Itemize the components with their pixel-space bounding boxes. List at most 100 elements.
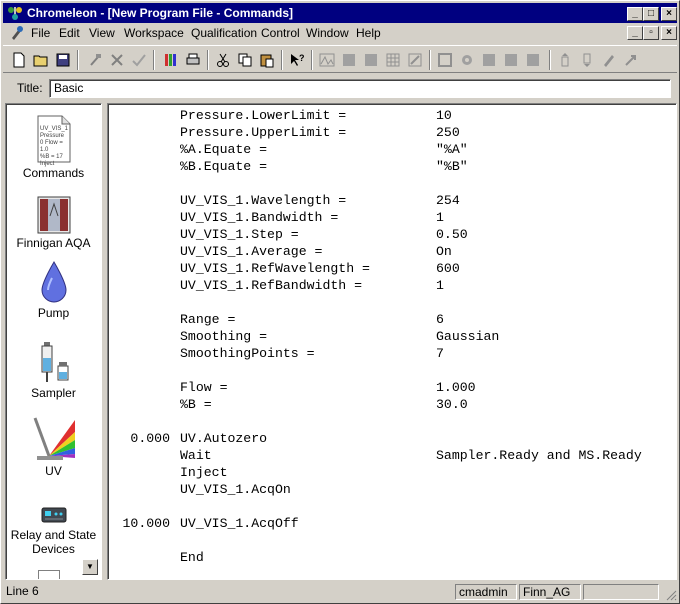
copy-icon[interactable] (235, 50, 255, 70)
vial-down-icon[interactable] (577, 50, 597, 70)
pump-drop-icon (40, 261, 67, 303)
document-system-icon[interactable] (9, 25, 25, 41)
program-editor[interactable]: Pressure.LowerLimit = 10 Pressure.UpperLim… (107, 103, 677, 580)
status-server: Finn_AG (519, 584, 581, 600)
program-line-value: 30.0 (436, 397, 468, 412)
check-icon[interactable] (129, 50, 149, 70)
tool-pen-icon[interactable] (599, 50, 619, 70)
paste-icon[interactable] (257, 50, 277, 70)
gear-icon[interactable] (457, 50, 477, 70)
program-line-command: UV_VIS_1.Wavelength = (180, 193, 347, 208)
title-bar[interactable]: Chromeleon - [New Program File - Command… (3, 3, 677, 23)
program-line-value: 10 (436, 108, 452, 123)
sidebar-item-label: Pump (37, 306, 70, 320)
program-line-value: 0.50 (436, 227, 468, 242)
program-line-command: UV_VIS_1.AcqOff (180, 516, 299, 531)
toolbar-separator (549, 50, 551, 70)
cut-icon[interactable] (213, 50, 233, 70)
program-line-command: SmoothingPoints = (180, 346, 315, 361)
program-line-command: UV_VIS_1.Average = (180, 244, 323, 259)
menu-help[interactable]: Help (356, 26, 381, 40)
menu-view[interactable]: View (89, 26, 115, 40)
sidebar-scroll-down-button[interactable]: ▼ (82, 559, 98, 575)
tool-arrow-icon[interactable] (621, 50, 641, 70)
program-line-command: %A.Equate = (180, 142, 268, 157)
color-bars-icon[interactable] (161, 50, 181, 70)
scissors-cross-icon[interactable] (107, 50, 127, 70)
edit-table-icon[interactable] (405, 50, 425, 70)
resize-grip-icon[interactable] (665, 589, 677, 601)
child-restore-button[interactable]: ▫ (643, 26, 659, 40)
program-line-value: "%B" (436, 159, 468, 174)
sidebar-item-sampler[interactable]: Sampler (6, 340, 101, 400)
hammer-icon[interactable] (85, 50, 105, 70)
title-label: Title: (17, 81, 43, 95)
minimize-button[interactable]: _ (627, 7, 643, 21)
program-title-row: Title: Basic (3, 75, 677, 101)
child-close-button[interactable]: × (661, 26, 677, 40)
program-line-command: Pressure.LowerLimit = (180, 108, 347, 123)
menu-window[interactable]: Window (306, 26, 349, 40)
maximize-button[interactable]: □ (643, 7, 659, 21)
menu-control[interactable]: Control (261, 26, 300, 40)
program-line-value: "%A" (436, 142, 468, 157)
svg-text:?: ? (299, 53, 305, 63)
program-line-value: 1.000 (436, 380, 476, 395)
save-icon[interactable] (53, 50, 73, 70)
status-line-number: Line 6 (6, 584, 39, 598)
menu-file[interactable]: File (31, 26, 50, 40)
menu-edit[interactable]: Edit (59, 26, 80, 40)
program-line-command: Flow = (180, 380, 228, 395)
menu-workspace[interactable]: Workspace (124, 26, 184, 40)
toolbar: ? (3, 45, 677, 73)
program-line-command: UV_VIS_1.AcqOn (180, 482, 291, 497)
gray-block-icon[interactable] (339, 50, 359, 70)
close-button[interactable]: × (661, 7, 677, 21)
sidebar-item-uv[interactable]: UV (6, 416, 101, 478)
menu-bar: File Edit View Workspace Qualification C… (3, 23, 677, 43)
chromeleon-app-icon (8, 7, 22, 20)
sidebar-item-pump[interactable]: Pump (6, 260, 101, 320)
program-line-command: Range = (180, 312, 236, 327)
program-line-command: UV.Autozero (180, 431, 268, 446)
gray-block-icon[interactable] (479, 50, 499, 70)
program-line-command: %B.Equate = (180, 159, 268, 174)
sidebar-item-finnigan-aqa[interactable]: Finnigan AQA (6, 196, 101, 250)
window-frame-icon[interactable] (435, 50, 455, 70)
print-icon[interactable] (183, 50, 203, 70)
window-title: Chromeleon - [New Program File - Command… (27, 6, 294, 20)
program-line-command: Pressure.UpperLimit = (180, 125, 347, 140)
child-minimize-button[interactable]: _ (627, 26, 643, 40)
toolbar-separator (281, 50, 283, 70)
context-help-icon[interactable]: ? (287, 50, 307, 70)
title-input[interactable]: Basic (49, 79, 671, 98)
program-line-command: UV_VIS_1.RefWavelength = (180, 261, 370, 276)
program-line-time: 10.000 (122, 516, 170, 531)
new-file-icon[interactable] (9, 50, 29, 70)
chromatogram-icon[interactable] (317, 50, 337, 70)
gray-block-icon[interactable] (361, 50, 381, 70)
open-folder-icon[interactable] (31, 50, 51, 70)
status-bar: Line 6 cmadmin Finn_AG (3, 583, 677, 601)
program-line-value: Gaussian (436, 329, 500, 344)
toolbar-separator (207, 50, 209, 70)
program-line-value: 254 (436, 193, 460, 208)
sidebar-item-commands[interactable]: UV_VIS_1 Pressure 0 Flow = 1.0 %B = 17 I… (6, 114, 101, 180)
grid-icon[interactable] (383, 50, 403, 70)
program-line-value: On (436, 244, 452, 259)
vial-up-icon[interactable] (555, 50, 575, 70)
thumb-line: Pressure (40, 133, 65, 139)
sidebar-item-label: Commands (22, 166, 85, 180)
gray-block-icon[interactable] (501, 50, 521, 70)
uv-prism-icon (33, 417, 75, 460)
device-sidebar: UV_VIS_1 Pressure 0 Flow = 1.0 %B = 17 I… (5, 103, 102, 580)
sidebar-item-relay-state-devices[interactable]: Relay and State Devices (6, 504, 101, 556)
sampler-syringe-icon (41, 342, 68, 382)
commands-thumbnail-text: UV_VIS_1 Pressure 0 Flow = 1.0 %B = 17 I… (40, 126, 70, 168)
menu-qualification[interactable]: Qualification (191, 26, 257, 40)
toolbar-separator (77, 50, 79, 70)
sidebar-item-label: Sampler (31, 386, 76, 400)
gray-block-icon[interactable] (523, 50, 543, 70)
thumb-line: Inject (40, 161, 55, 167)
sidebar-item-label: Finnigan AQA (16, 236, 91, 250)
